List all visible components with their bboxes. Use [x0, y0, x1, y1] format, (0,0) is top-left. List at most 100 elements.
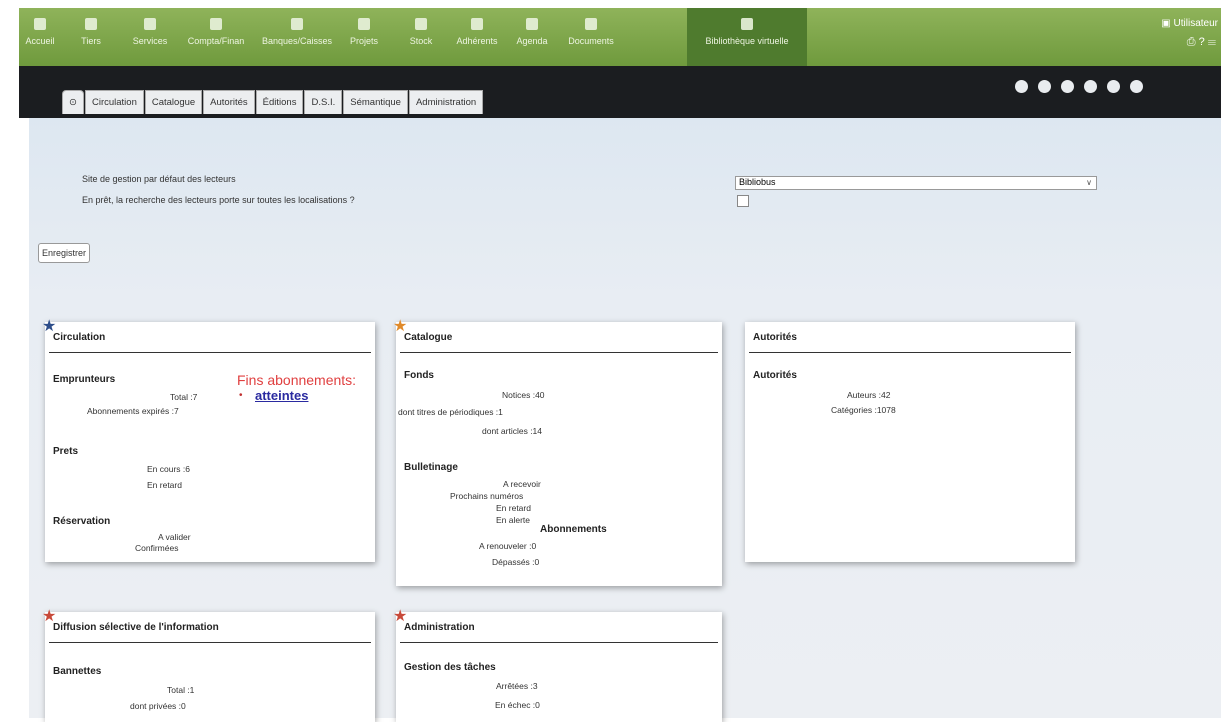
administration-title: Administration — [404, 622, 475, 633]
chevron-down-icon: ∨ — [1086, 178, 1092, 187]
dsi-title: Diffusion sélective de l'information — [53, 622, 219, 633]
autorites-title: Autorités — [753, 332, 797, 343]
bulletinage-heading: Bulletinage — [404, 462, 458, 473]
abonnements-heading: Abonnements — [540, 524, 607, 535]
circulation-panel: ★ Circulation Emprunteurs Total :7 Abonn… — [42, 318, 375, 562]
members-icon — [471, 18, 483, 30]
prets-heading: Prets — [53, 446, 79, 457]
circulation-title: Circulation — [53, 332, 106, 343]
bullet: • — [239, 390, 243, 401]
home-circle-icon: ⊙ — [69, 97, 77, 108]
nav-stock[interactable]: Stock — [395, 8, 447, 66]
catalogue-panel: ★ Catalogue Fonds Notices :40 dont titre… — [393, 318, 722, 586]
fins-abonnements-title: Fins abonnements: — [237, 372, 357, 388]
tab-dsi[interactable]: D.S.I. — [304, 90, 343, 114]
nav-adherents[interactable]: Adhérents — [449, 8, 505, 66]
bannettes-privees: dont privées :0 — [130, 701, 186, 711]
categories-count: Catégories :1078 — [831, 405, 896, 415]
nav-accueil[interactable]: Accueil — [19, 8, 61, 66]
tab-semantique[interactable]: Sémantique — [343, 90, 408, 114]
autorites-panel: Autorités Autorités Auteurs :42 Catégori… — [745, 322, 1075, 562]
module-action-icons — [1015, 80, 1143, 93]
emprunteurs-heading: Emprunteurs — [53, 374, 116, 385]
close-icon[interactable] — [1130, 80, 1143, 93]
projects-icon — [358, 18, 370, 30]
save-icon[interactable] — [1107, 80, 1120, 93]
taches-arretees[interactable]: Arrêtées :3 — [496, 681, 538, 691]
top-navigation-bar: Accueil Tiers Services Compta/Finan Banq… — [19, 8, 1221, 66]
divider — [749, 352, 1071, 353]
services-icon — [144, 18, 156, 30]
en-alerte[interactable]: En alerte — [496, 515, 530, 525]
autorites-heading: Autorités — [753, 370, 797, 381]
tools-icon[interactable] — [1084, 80, 1097, 93]
tiers-icon — [85, 18, 97, 30]
tab-autorites[interactable]: Autorités — [203, 90, 255, 114]
help-icon[interactable]: ? — [1199, 36, 1205, 48]
clock-icon[interactable] — [1015, 80, 1028, 93]
tab-circulation[interactable]: Circulation — [84, 90, 144, 114]
nav-banques[interactable]: Banques/Caisses — [255, 8, 339, 66]
auteurs-count: Auteurs :42 — [847, 390, 891, 400]
tab-administration[interactable]: Administration — [408, 90, 484, 114]
prochains-numeros[interactable]: Prochains numéros — [450, 491, 523, 501]
compta-icon — [210, 18, 222, 30]
user-icon: ▣ — [1161, 18, 1174, 29]
nav-tiers[interactable]: Tiers — [71, 8, 111, 66]
home-icon — [34, 18, 46, 30]
help-circle-icon[interactable] — [1038, 80, 1051, 93]
bannettes-heading: Bannettes — [53, 666, 102, 677]
emprunteurs-total: Total :7 — [170, 392, 198, 402]
gear-icon[interactable] — [1061, 80, 1074, 93]
divider — [400, 642, 718, 643]
save-button[interactable]: Enregistrer — [38, 243, 91, 263]
en-retard[interactable]: En retard — [496, 503, 531, 513]
periodiques-count: dont titres de périodiques :1 — [398, 407, 503, 417]
fins-abonnements-link[interactable]: atteintes — [255, 388, 308, 403]
default-site-select[interactable]: Bibliobus ∨ — [735, 176, 1097, 190]
abonnements-expires[interactable]: Abonnements expirés :7 — [87, 406, 179, 416]
default-site-label: Site de gestion par défaut des lecteurs — [82, 174, 236, 184]
a-recevoir[interactable]: A recevoir — [503, 479, 541, 489]
a-renouveler[interactable]: A renouveler :0 — [479, 541, 536, 551]
depasses[interactable]: Dépassés :0 — [492, 557, 539, 567]
nav-documents[interactable]: Documents — [557, 8, 625, 66]
nav-projets[interactable]: Projets — [341, 8, 387, 66]
tab-home[interactable]: ⊙ — [62, 90, 84, 114]
articles-count: dont articles :14 — [482, 426, 543, 436]
bank-icon — [291, 18, 303, 30]
notices-count: Notices :40 — [502, 390, 545, 400]
tab-catalogue[interactable]: Catalogue — [144, 90, 203, 114]
reservation-heading: Réservation — [53, 516, 111, 527]
library-icon — [741, 18, 753, 30]
nav-services[interactable]: Services — [123, 8, 177, 66]
nav-bibliotheque[interactable]: Bibliothèque virtuelle — [687, 8, 807, 66]
search-all-locations-label: En prêt, la recherche des lecteurs porte… — [82, 195, 355, 205]
user-menu[interactable]: ▣ Utilisateur — [1161, 18, 1218, 29]
divider — [49, 642, 371, 643]
administration-panel: ★ Administration Gestion des tâches Arrê… — [393, 608, 722, 722]
print-icon[interactable]: ⎙ — [1187, 36, 1196, 48]
search-all-locations-checkbox[interactable] — [737, 195, 749, 207]
reservation-confirmees[interactable]: Confirmées — [135, 543, 178, 553]
stock-icon — [415, 18, 427, 30]
agenda-icon — [526, 18, 538, 30]
reservation-a-valider[interactable]: A valider — [158, 532, 191, 542]
nav-agenda[interactable]: Agenda — [509, 8, 555, 66]
fonds-heading: Fonds — [404, 370, 434, 381]
bannettes-total: Total :1 — [167, 685, 195, 695]
prets-en-retard[interactable]: En retard — [147, 480, 182, 490]
tab-editions[interactable]: Éditions — [255, 90, 304, 114]
catalogue-title: Catalogue — [404, 332, 453, 343]
top-right-icons: ⎙ ? ☰ — [1187, 36, 1216, 49]
divider — [400, 352, 718, 353]
prets-en-cours[interactable]: En cours :6 — [147, 464, 190, 474]
taches-en-echec[interactable]: En échec :0 — [495, 700, 540, 710]
menu-icon[interactable]: ☰ — [1208, 36, 1216, 48]
dsi-panel: ★ Diffusion sélective de l'information B… — [42, 608, 375, 722]
gestion-taches-heading: Gestion des tâches — [404, 662, 496, 673]
documents-icon — [585, 18, 597, 30]
module-tabs: ⊙ Circulation Catalogue Autorités Éditio… — [62, 90, 484, 114]
nav-compta[interactable]: Compta/Finan — [179, 8, 253, 66]
divider — [49, 352, 371, 353]
